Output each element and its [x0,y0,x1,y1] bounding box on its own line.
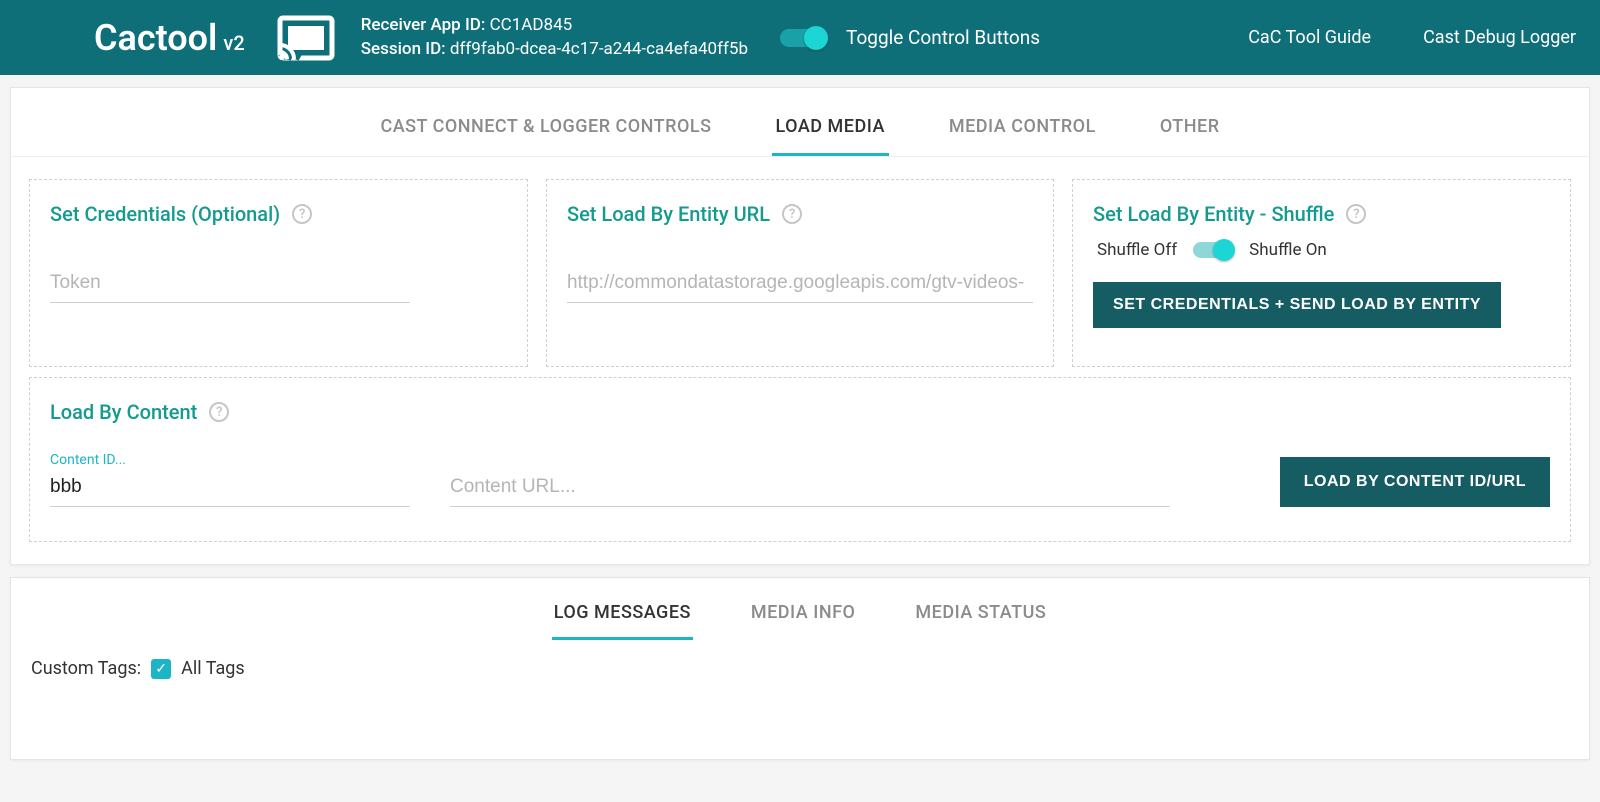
help-icon[interactable]: ? [292,204,312,224]
set-credentials-send-load-button[interactable]: SET CREDENTIALS + SEND LOAD BY ENTITY [1093,282,1501,328]
tab-cast-connect[interactable]: CAST CONNECT & LOGGER CONTROLS [376,110,715,156]
link-debug-logger[interactable]: Cast Debug Logger [1423,27,1576,48]
help-icon[interactable]: ? [1346,204,1366,224]
content-url-input[interactable] [450,470,1170,507]
topbar-links: CaC Tool Guide Cast Debug Logger [1248,27,1576,48]
help-icon[interactable]: ? [782,204,802,224]
load-by-content-button[interactable]: LOAD BY CONTENT ID/URL [1280,457,1550,507]
tab-media-control[interactable]: MEDIA CONTROL [945,110,1100,156]
panel-entity-url: Set Load By Entity URL ? [546,179,1054,367]
panel-entity-url-title: Set Load By Entity URL [567,202,770,226]
brand: Cactool v2 [94,17,245,59]
session-id-value: dff9fab0-dcea-4c17-a244-ca4efa40ff5b [450,39,748,59]
cast-icon[interactable] [277,15,335,61]
all-tags-label: All Tags [181,658,245,679]
custom-tags-label: Custom Tags: [31,658,141,679]
shuffle-switch[interactable] [1193,242,1233,258]
tab-load-media[interactable]: LOAD MEDIA [772,110,889,156]
panel-load-by-content: Load By Content ? Content ID... LOAD BY … [29,377,1571,542]
brand-suffix: v2 [223,31,244,55]
topbar: Cactool v2 Receiver App ID: CC1AD845 Ses… [0,0,1600,75]
toggle-control-buttons: Toggle Control Buttons [780,26,1040,49]
panel-shuffle-title: Set Load By Entity - Shuffle [1093,202,1334,226]
session-info: Receiver App ID: CC1AD845 Session ID: df… [361,14,748,62]
custom-tags-row: Custom Tags: ✓ All Tags [11,640,1589,759]
panel-credentials-title: Set Credentials (Optional) [50,202,280,226]
panel-shuffle: Set Load By Entity - Shuffle ? Shuffle O… [1072,179,1571,367]
tab-media-status[interactable]: MEDIA STATUS [913,598,1048,640]
link-guide[interactable]: CaC Tool Guide [1248,27,1371,48]
log-card: LOG MESSAGES MEDIA INFO MEDIA STATUS Cus… [10,577,1590,760]
session-id-label: Session ID: [361,39,450,59]
shuffle-off-label: Shuffle Off [1097,240,1177,260]
entity-url-input[interactable] [567,266,1033,303]
log-tabs: LOG MESSAGES MEDIA INFO MEDIA STATUS [11,578,1589,640]
all-tags-checkbox[interactable]: ✓ [151,659,171,679]
panel-load-content-title: Load By Content [50,400,197,424]
content-url-field [450,470,1170,507]
content-id-input[interactable] [50,470,410,507]
content-id-field: Content ID... [50,452,410,507]
tab-other[interactable]: OTHER [1156,110,1224,156]
content-id-label: Content ID... [50,452,410,468]
token-input[interactable] [50,266,410,303]
receiver-app-id-label: Receiver App ID: [361,15,490,35]
brand-title: Cactool [94,17,217,59]
tab-media-info[interactable]: MEDIA INFO [749,598,858,640]
receiver-app-id-value: CC1AD845 [490,15,573,35]
main-tabs: CAST CONNECT & LOGGER CONTROLS LOAD MEDI… [11,88,1589,157]
shuffle-on-label: Shuffle On [1249,240,1327,260]
toggle-control-buttons-label: Toggle Control Buttons [846,26,1040,49]
panel-credentials: Set Credentials (Optional) ? [29,179,528,367]
top-panels: Set Credentials (Optional) ? Set Load By… [11,157,1589,377]
tab-log-messages[interactable]: LOG MESSAGES [552,598,693,640]
toggle-control-buttons-switch[interactable] [780,29,826,47]
main-card: CAST CONNECT & LOGGER CONTROLS LOAD MEDI… [10,87,1590,565]
help-icon[interactable]: ? [209,402,229,422]
